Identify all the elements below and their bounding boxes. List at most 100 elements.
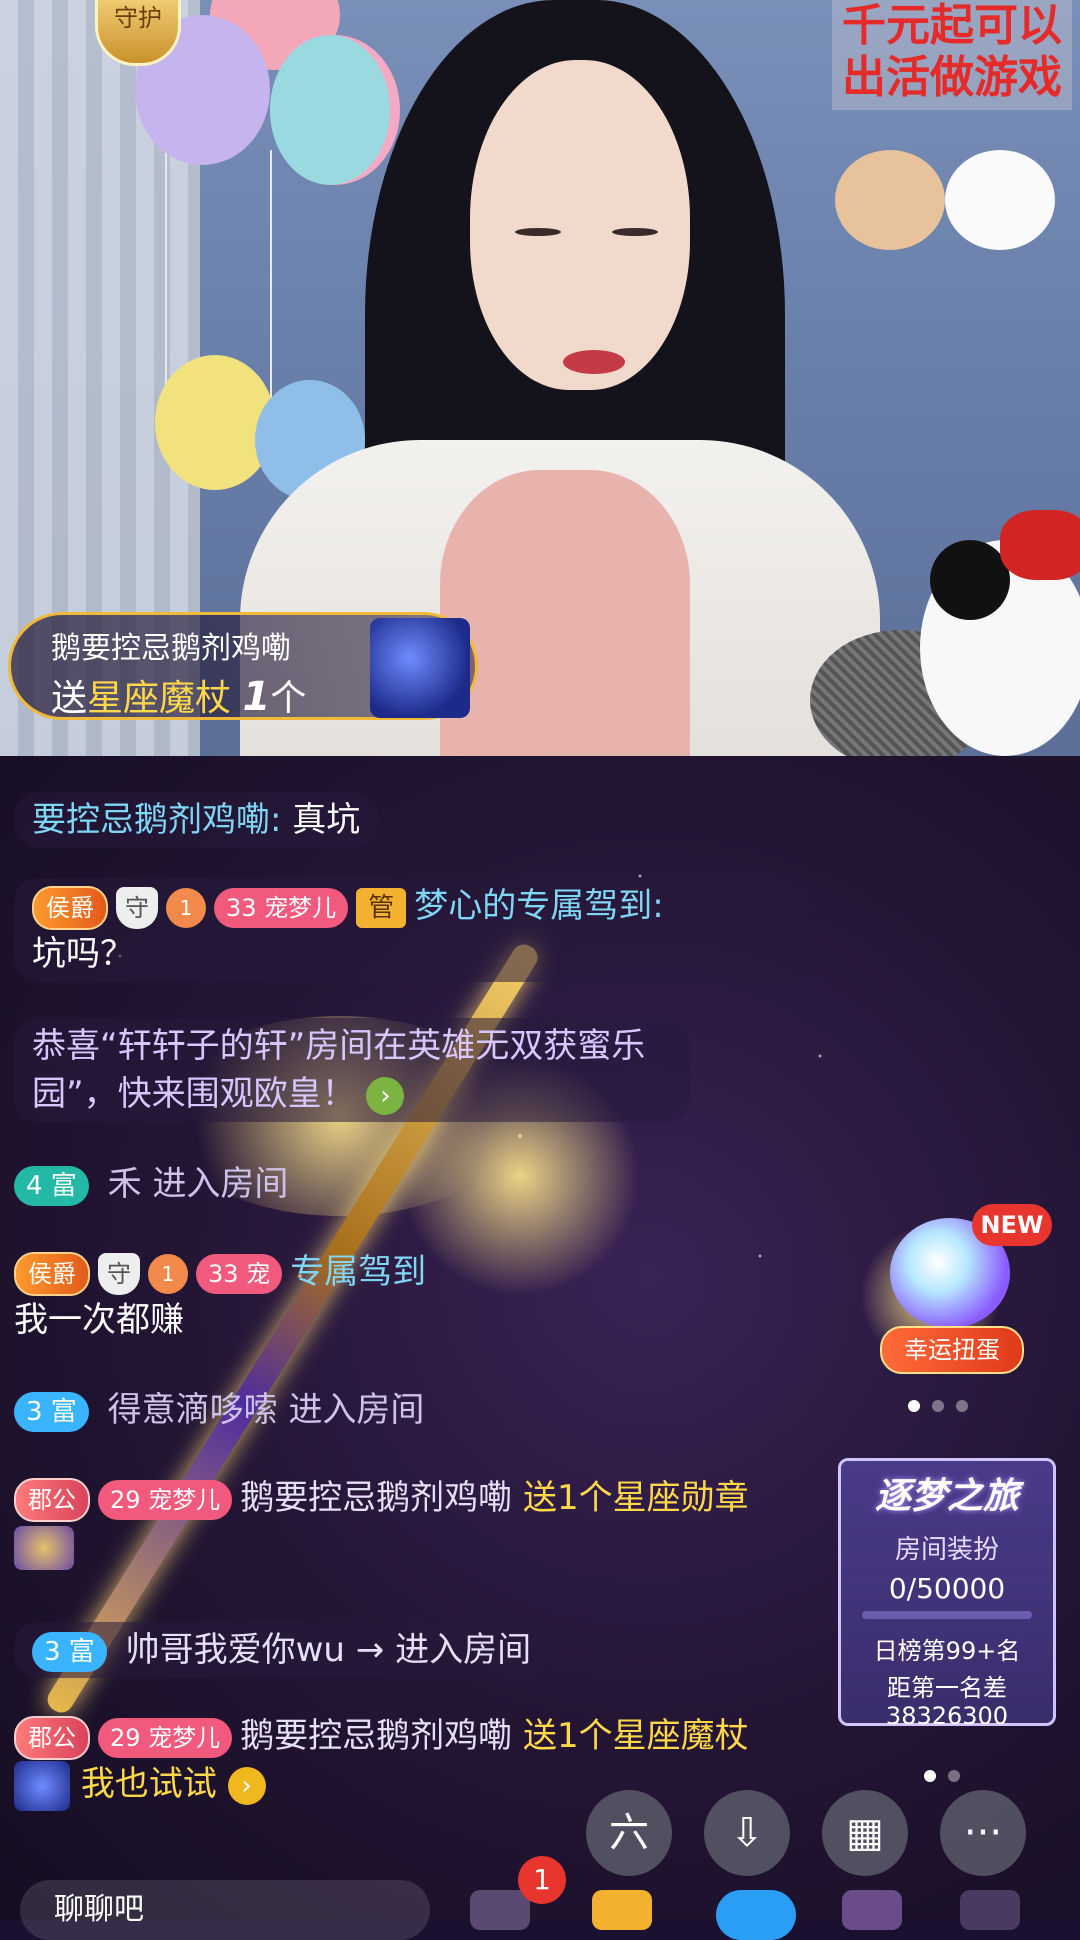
chat-message[interactable]: 要控忌鹅剂鸡嘞: 真坑 [14,792,379,848]
carousel-dot [932,1400,944,1412]
streamer-top [440,470,690,756]
chat-username[interactable]: 要控忌鹅剂鸡嘞: [32,800,281,840]
gift-line: 送星座魔杖 1个 [51,669,306,721]
streamer-lips [563,350,625,374]
more-menu-icon[interactable] [960,1890,1020,1930]
fan-club-badge: 29 宠梦儿 [98,1717,233,1758]
chat-username[interactable]: 专属驾到 [290,1252,426,1292]
system-content: 恭喜“轩轩子的轩”房间在英雄无双获蜜乐园”，快来围观欧皇！ [32,1026,646,1114]
chat-username[interactable]: 禾 [108,1164,142,1204]
gift-icon[interactable] [592,1890,652,1930]
chat-username[interactable]: 鹅要控忌鹅剂鸡嘞 [240,1716,512,1756]
chat-username[interactable]: 得意滴哆嗦 [108,1390,278,1430]
wand-gift-icon [14,1760,70,1811]
balloon-teal [270,35,390,185]
fan-club-badge: 33 宠 [196,1253,283,1294]
enter-message[interactable]: 3 富 帅哥我爱你wu → 进入房间 [14,1622,550,1678]
stream-overlay-text: 千元起可以出活做游戏 [832,0,1072,110]
fan-level: 33 [226,893,257,922]
chat-message[interactable]: 侯爵守 1 33 宠专属驾到 我一次都赚 [14,1248,774,1344]
more-button[interactable]: ··· [940,1790,1026,1876]
chevron-right-icon[interactable]: › [227,1766,266,1805]
gift-prefix: 送 [51,678,88,719]
chat-content: 我一次都赚 [14,1300,184,1340]
share-icon: 六 [609,1810,649,1856]
new-tag: NEW [972,1204,1052,1246]
guard-shield-icon: 守 [116,886,158,929]
chevron-right-icon[interactable]: › [366,1076,405,1115]
mascot-icon[interactable] [716,1890,796,1940]
system-message[interactable]: 恭喜“轩轩子的轩”房间在英雄无双获蜜乐园”，快来围观欧皇！ › [14,1018,690,1122]
message-icon[interactable] [470,1890,530,1930]
enter-text: → 进入房间 [355,1630,532,1670]
chat-username[interactable]: 帅哥我爱你wu [126,1630,345,1670]
enter-text: 进入房间 [288,1390,425,1430]
enter-message[interactable]: 4 富 禾 进入房间 [14,1160,288,1208]
carousel-dots [908,1400,968,1412]
fan-level: 33 [208,1259,239,1288]
star-level-badge: 1 [166,887,206,928]
fan-level: 29 [110,1723,141,1752]
gift-unit: 个 [270,678,307,719]
noble-title-badge: 侯爵 [32,885,108,930]
admin-badge: 管 [356,887,407,928]
dream-progress: 0/50000 [888,1572,1006,1605]
crown-icon[interactable] [842,1890,902,1930]
share-button[interactable]: 六 [586,1790,672,1876]
dream-progress-bar [862,1611,1032,1619]
gift-name: 星座魔杖 [87,678,232,719]
more-icon: ··· [963,1810,1003,1856]
carousel-dots [924,1770,960,1782]
chat-input[interactable]: 聊聊吧 [20,1880,430,1940]
chat-message[interactable]: 侯爵守 1 33 宠梦儿管梦心的专属驾到: 坑吗？ [14,878,810,982]
carousel-dot [924,1770,936,1782]
noble-title-badge: 郡公 [14,1715,90,1760]
gap-value: 38326300 [885,1702,1009,1730]
guard-shield-icon: 守 [98,1252,140,1295]
dream-title: 逐梦之旅 [874,1476,1019,1517]
wealth-level-badge: 4 富 [14,1165,89,1206]
gift-count: 1 [242,674,271,720]
wealth-level-badge: 3 富 [32,1631,107,1672]
gashapon-label: 幸运扭蛋 [880,1326,1024,1374]
bunny-sticker [945,150,1055,250]
dream-subtitle: 房间装扮 [894,1535,999,1565]
medal-gift-icon [14,1525,74,1570]
fan-label: 宠梦儿 [148,1485,221,1514]
fan-level: 29 [110,1485,141,1514]
bear-sticker [835,150,945,250]
wand-gift-icon [370,618,470,718]
gap-label: 距第一名差 [887,1674,1007,1702]
wealth-level-badge: 3 富 [14,1391,89,1432]
enter-text: 进入房间 [152,1164,289,1204]
dream-journey-widget[interactable]: 逐梦之旅 房间装扮 0/50000 日榜第99+名 距第一名差 38326300 [838,1458,1056,1730]
carousel-dot [956,1400,968,1412]
gift-content: 送1个星座勋章 [523,1478,749,1518]
gift-message[interactable]: 郡公 29 宠梦儿 鹅要控忌鹅剂鸡嘞 送1个星座魔杖 我也试试 › [14,1712,774,1811]
notification-badge: 1 [518,1856,566,1904]
carousel-dot [948,1770,960,1782]
noble-title-badge: 郡公 [14,1477,90,1522]
chat-username[interactable]: 鹅要控忌鹅剂鸡嘞 [240,1478,512,1518]
apps-button[interactable]: ▦ [822,1790,908,1876]
plush-bow [1000,510,1080,580]
download-button[interactable]: ⇩ [704,1790,790,1876]
grid-icon: ▦ [846,1810,884,1856]
streamer-eye [515,228,561,236]
download-icon: ⇩ [730,1810,764,1856]
rank-gap: 距第一名差 38326300 [841,1674,1053,1730]
streamer-face [470,60,690,390]
enter-message[interactable]: 3 富 得意滴哆嗦 进入房间 [14,1386,424,1434]
daily-rank: 日榜第99+名 [873,1637,1021,1665]
gift-message[interactable]: 郡公 29 宠梦儿 鹅要控忌鹅剂鸡嘞 送1个星座勋章 [14,1474,774,1570]
fan-label: 宠梦儿 [148,1723,221,1752]
gift-sender: 鹅要控忌鹅剂鸡嘞 [51,631,291,666]
chat-username[interactable]: 梦心的专属驾到: [414,886,663,926]
gift-extra: 我也试试 [80,1764,217,1804]
chat-content: 坑吗？ [32,934,134,974]
fan-club-badge: 33 宠梦儿 [214,887,349,928]
gift-content: 送1个星座魔杖 [523,1716,749,1756]
streamer-eye [612,228,658,236]
plush-ear [930,540,1010,620]
fan-label: 宠 [246,1259,271,1288]
